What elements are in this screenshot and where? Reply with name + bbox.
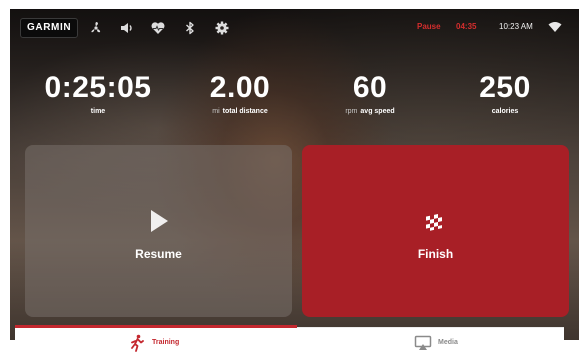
tab-training[interactable]: Training	[15, 328, 289, 358]
tab-media[interactable]: Media	[290, 328, 564, 358]
metric-calories-value: 250	[479, 71, 531, 104]
elapsed-timer: 04:35	[456, 22, 477, 31]
status-bar: GARMIN Pause 04:35 10:23 AM	[10, 9, 579, 47]
airplay-icon	[414, 334, 432, 352]
gear-icon[interactable]	[214, 20, 230, 36]
metric-time-value: 0:25:05	[44, 71, 152, 104]
metric-distance-label: total distance	[222, 108, 268, 115]
metric-speed-unit: rpm	[345, 108, 358, 115]
fan-icon[interactable]	[88, 20, 104, 36]
metric-distance-value: 2.00	[209, 71, 271, 104]
metric-time-label: time	[90, 108, 106, 115]
tab-training-label: Training	[152, 339, 180, 346]
workout-screen: GARMIN Pause 04:35 10:23 AM 0:25:05 time…	[10, 9, 579, 340]
metric-calories-label: calories	[491, 108, 519, 115]
bottom-tab-bar: Training Media	[15, 325, 564, 358]
clock: 10:23 AM	[499, 22, 533, 31]
bluetooth-icon[interactable]	[182, 20, 198, 36]
metric-speed-label: avg speed	[360, 108, 395, 115]
checkered-flag-icon	[424, 211, 446, 231]
speaker-icon[interactable]	[119, 20, 135, 36]
finish-label: Finish	[417, 247, 454, 261]
heart-rate-icon[interactable]	[150, 20, 166, 36]
metric-distance: 2.00 mi total distance	[180, 71, 300, 116]
metric-speed-value: 60	[352, 71, 388, 104]
resume-label: Resume	[135, 247, 182, 261]
play-icon	[149, 209, 169, 233]
metric-time: 0:25:05 time	[28, 71, 168, 116]
pause-status: Pause	[417, 22, 441, 31]
metric-distance-unit: mi	[212, 108, 220, 115]
resume-button[interactable]: Resume	[25, 145, 292, 317]
wifi-icon	[548, 21, 562, 33]
runner-icon	[128, 334, 146, 352]
metric-speed: 60 rpm avg speed	[320, 71, 420, 116]
metric-calories: 250 calories	[450, 71, 560, 116]
finish-button[interactable]: Finish	[302, 145, 569, 317]
garmin-logo: GARMIN	[20, 18, 79, 38]
tab-media-label: Media	[438, 339, 458, 346]
